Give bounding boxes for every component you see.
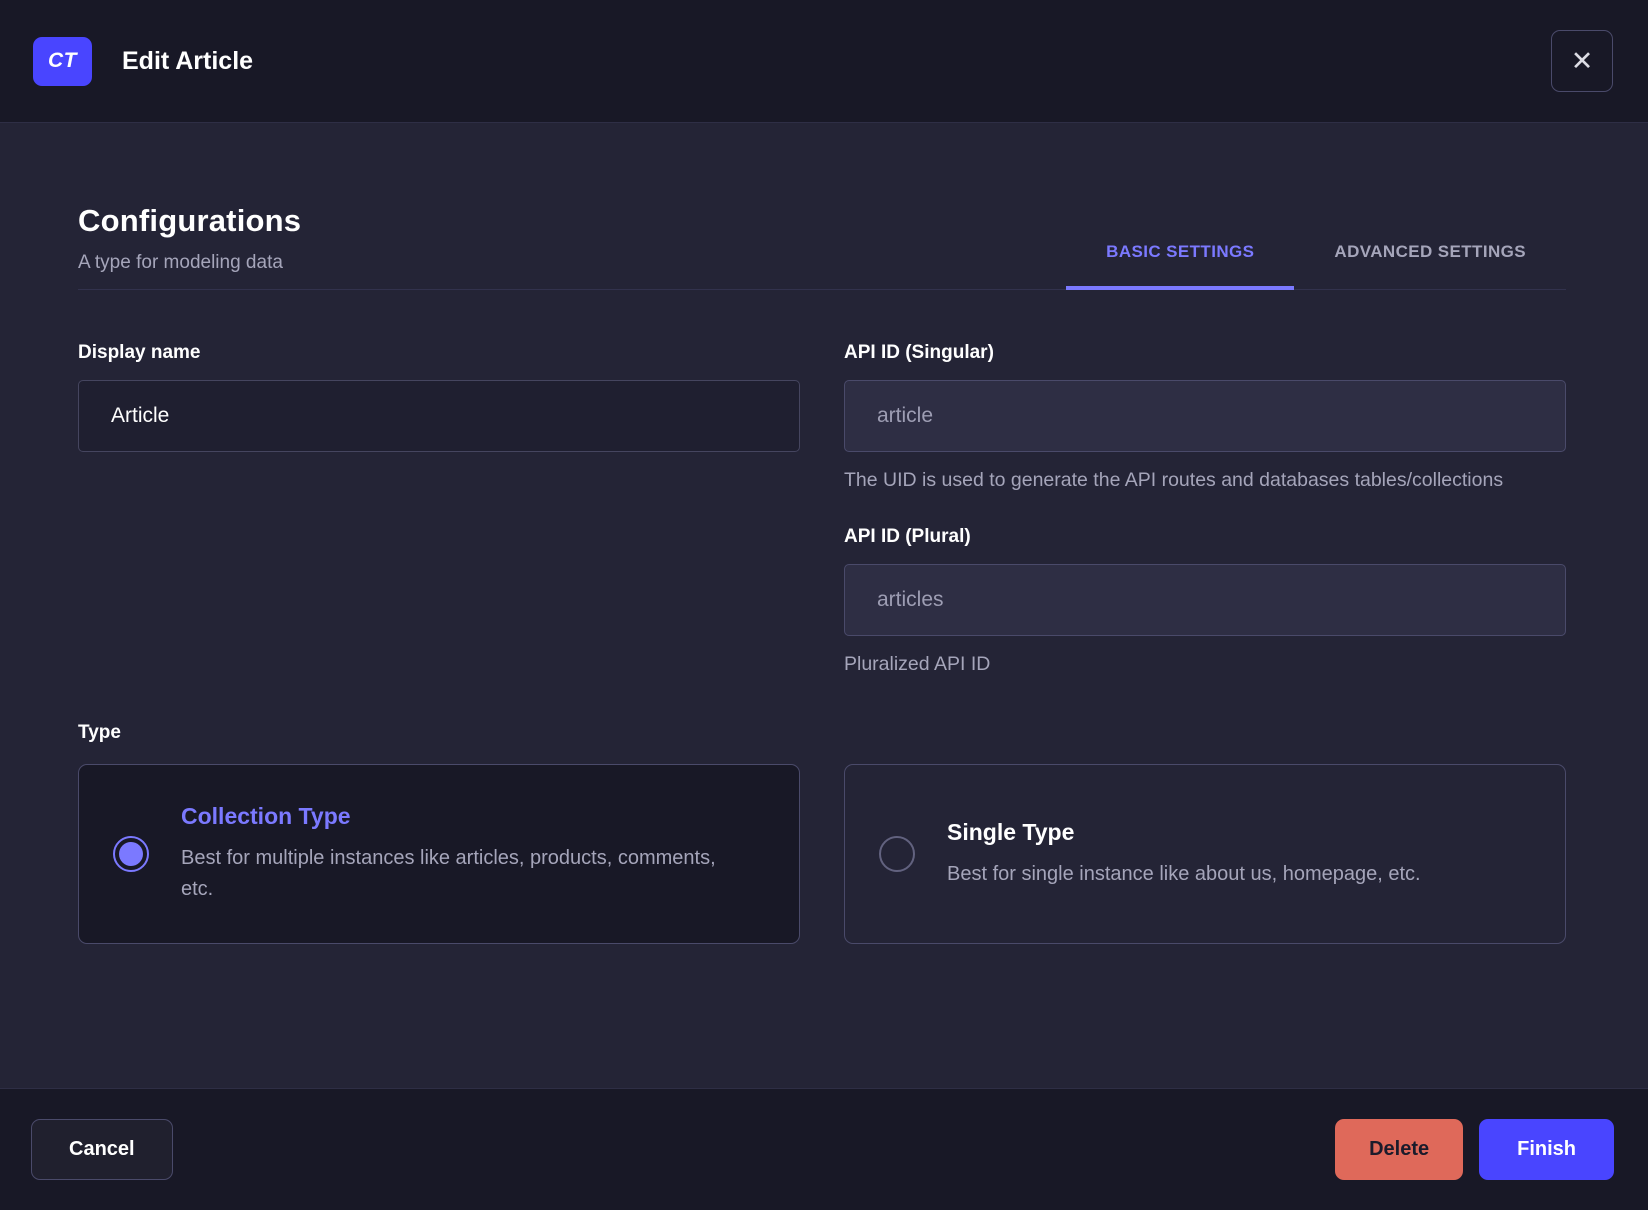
type-option-title: Collection Type (181, 803, 351, 829)
tab-basic-settings[interactable]: BASIC SETTINGS (1066, 224, 1295, 290)
display-name-input[interactable] (78, 380, 800, 452)
tab-advanced-settings[interactable]: ADVANCED SETTINGS (1294, 224, 1566, 290)
radio-selected-icon[interactable] (113, 836, 149, 872)
type-option-description: Best for multiple instances like article… (181, 847, 716, 900)
api-id-singular-input (844, 380, 1566, 452)
heading-row: Configurations A type for modeling data … (78, 123, 1566, 290)
close-button[interactable]: ✕ (1551, 30, 1613, 92)
close-icon: ✕ (1570, 45, 1594, 76)
api-id-plural-label: API ID (Plural) (844, 526, 971, 547)
api-id-plural-input (844, 564, 1566, 636)
api-id-plural-hint: Pluralized API ID (844, 653, 991, 675)
api-id-singular-field: API ID (Singular) The UID is used to gen… (844, 342, 1566, 496)
heading-block: Configurations A type for modeling data (78, 203, 301, 274)
modal-header: CT Edit Article ✕ (0, 0, 1648, 123)
modal-title: Edit Article (122, 46, 254, 75)
form-column-right: API ID (Singular) The UID is used to gen… (844, 342, 1566, 680)
api-id-singular-hint: The UID is used to generate the API rout… (844, 469, 1504, 491)
type-option-collection[interactable]: Collection Type Best for multiple instan… (78, 764, 800, 944)
type-section: Type Collection Type Best for multiple i… (78, 722, 1566, 944)
type-option-single[interactable]: Single Type Best for single instance lik… (844, 764, 1566, 944)
content-type-badge-icon: CT (33, 36, 92, 86)
type-option-title: Single Type (947, 818, 1075, 845)
modal-body: Configurations A type for modeling data … (0, 123, 1648, 1088)
type-option-text: Collection Type Best for multiple instan… (181, 803, 741, 905)
form-grid: Display name API ID (Singular) The UID i… (78, 342, 1566, 680)
radio-unselected-icon[interactable] (879, 836, 915, 872)
type-option-text: Single Type Best for single instance lik… (947, 819, 1421, 890)
page-title: Configurations (78, 203, 302, 238)
api-id-singular-label: API ID (Singular) (844, 342, 994, 363)
form-column-left: Display name (78, 342, 800, 680)
display-name-label: Display name (78, 342, 201, 363)
modal-footer: Cancel Delete Finish (0, 1088, 1648, 1210)
type-label: Type (78, 722, 121, 743)
delete-button[interactable]: Delete (1335, 1119, 1464, 1180)
cancel-button[interactable]: Cancel (31, 1119, 173, 1180)
page-subtitle: A type for modeling data (78, 252, 283, 273)
settings-tabs: BASIC SETTINGS ADVANCED SETTINGS (1066, 224, 1566, 290)
edit-content-type-modal: CT Edit Article ✕ Configurations A type … (0, 0, 1648, 1210)
type-cards: Collection Type Best for multiple instan… (78, 764, 1566, 944)
api-id-plural-field: API ID (Plural) Pluralized API ID (844, 526, 1566, 680)
type-option-description: Best for single instance like about us, … (947, 862, 1421, 885)
finish-button[interactable]: Finish (1479, 1119, 1614, 1180)
